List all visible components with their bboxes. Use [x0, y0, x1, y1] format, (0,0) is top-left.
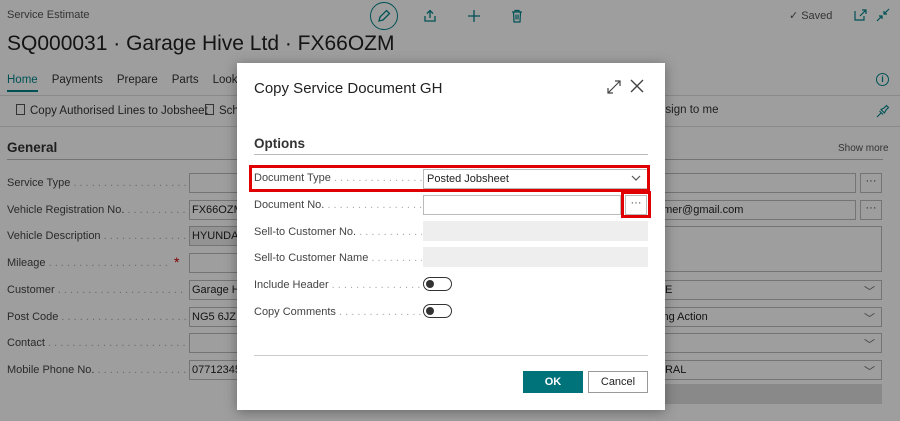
close-icon[interactable] — [629, 78, 645, 94]
copy-service-document-dialog: Copy Service Document GH Options Documen… — [237, 63, 665, 410]
cancel-button[interactable]: Cancel — [588, 371, 648, 393]
document-no-input[interactable] — [423, 195, 621, 215]
footer-divider — [254, 355, 648, 356]
sell-to-customer-name-label: Sell-to Customer Name — [254, 252, 422, 264]
copy-comments-label: Copy Comments — [254, 306, 422, 318]
highlight-lookup-button — [621, 191, 651, 218]
expand-icon[interactable] — [607, 80, 621, 94]
toggle-knob — [426, 280, 434, 288]
options-divider — [254, 154, 648, 155]
sell-to-customer-no-label: Sell-to Customer No. — [254, 226, 422, 238]
document-no-label: Document No. — [254, 199, 422, 211]
ok-button[interactable]: OK — [523, 371, 583, 393]
include-header-toggle[interactable] — [423, 277, 452, 291]
highlight-document-type — [249, 165, 650, 192]
include-header-label: Include Header — [254, 279, 422, 291]
dialog-title: Copy Service Document GH — [254, 80, 443, 97]
copy-comments-toggle[interactable] — [423, 304, 452, 318]
sell-to-customer-name-field — [423, 247, 648, 267]
options-title: Options — [254, 136, 305, 151]
toggle-knob — [426, 307, 434, 315]
sell-to-customer-no-field — [423, 221, 648, 241]
